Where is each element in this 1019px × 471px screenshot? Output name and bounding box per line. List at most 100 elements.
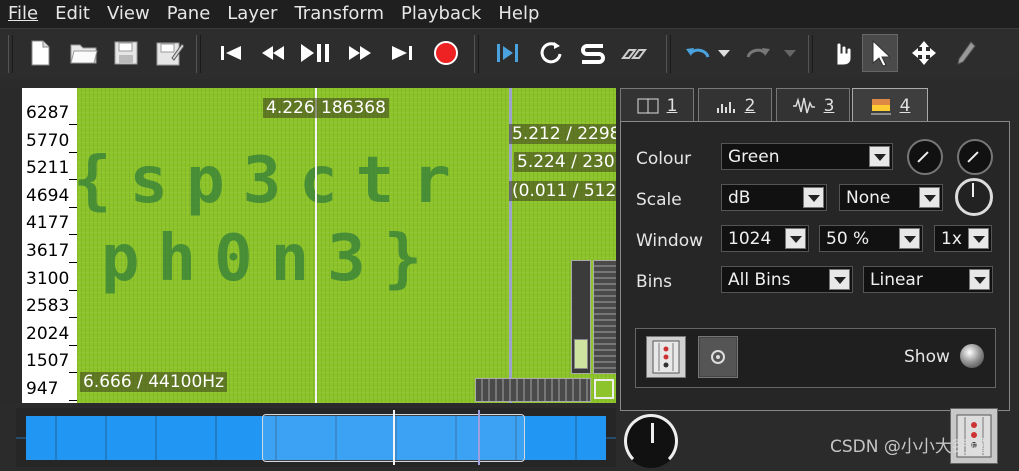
- menu-transform[interactable]: Transform: [286, 0, 393, 28]
- knob-indicator: [972, 183, 974, 197]
- toolbar-separator: [666, 35, 671, 73]
- zoom-reset-button[interactable]: [594, 379, 614, 399]
- show-label: Show: [904, 347, 950, 367]
- chevron-down-icon: [784, 50, 796, 57]
- rewind-icon: [262, 46, 284, 60]
- follow-icon: [621, 49, 647, 59]
- normalization-value: None: [846, 188, 891, 208]
- loop-button[interactable]: [532, 34, 568, 72]
- menu-edit[interactable]: Edit: [47, 0, 99, 28]
- window-overlap-select[interactable]: 50 %: [819, 225, 923, 252]
- forward-end-button[interactable]: [384, 34, 420, 72]
- horizontal-zoom-wheel[interactable]: [475, 378, 591, 402]
- fast-forward-button[interactable]: [342, 34, 378, 72]
- spectrogram-icon: [870, 98, 891, 114]
- y-tick-label: 5211: [22, 154, 77, 181]
- save-as-button[interactable]: [152, 34, 188, 72]
- folder-icon: [70, 44, 98, 64]
- frequency-axis: 6287 5770 5211 4694 4177 3617 3100 2583 2024 1507…: [22, 88, 77, 403]
- colour-select[interactable]: Green: [721, 143, 893, 170]
- threshold-knob[interactable]: [957, 139, 993, 175]
- tab-3[interactable]: 3: [776, 88, 850, 122]
- colour-rotation-knob[interactable]: [907, 139, 943, 175]
- toolbar-separator: [808, 35, 813, 73]
- playback-gain-knob[interactable]: [624, 414, 678, 468]
- y-tick-label: 4694: [22, 182, 77, 208]
- menu-file[interactable]: File: [0, 0, 47, 28]
- selection-info-label: 5.212 / 2298: [509, 124, 616, 144]
- normalization-select[interactable]: None: [839, 184, 943, 211]
- scale-value: dB: [728, 188, 751, 208]
- solo-button[interactable]: [575, 34, 611, 72]
- y-tick-mark: [69, 262, 77, 263]
- overview-cursor-line: [393, 410, 395, 465]
- chevron-down-icon: [829, 269, 850, 290]
- arrow-pointer-icon: [872, 39, 890, 67]
- y-tick-text: 2024: [26, 323, 70, 344]
- pencil-icon: [957, 41, 976, 65]
- record-button[interactable]: [428, 34, 464, 72]
- slider-thumb[interactable]: [574, 339, 588, 369]
- save-file-button[interactable]: [108, 34, 144, 72]
- loop-icon: [540, 42, 562, 64]
- cursor-frame-label: 186368: [318, 98, 389, 118]
- play-parameters-button[interactable]: [646, 336, 686, 378]
- menu-playback[interactable]: Playback: [393, 0, 490, 28]
- cursor-line: [315, 88, 317, 403]
- redo-button[interactable]: [740, 34, 776, 72]
- scale-select[interactable]: dB: [721, 184, 827, 211]
- tab-4[interactable]: 4: [852, 88, 928, 122]
- y-tick-mark: [69, 179, 77, 181]
- frequency-scale-select[interactable]: Linear: [863, 266, 993, 293]
- y-tick-mark: [69, 206, 77, 208]
- navigate-tool-button[interactable]: [822, 34, 858, 72]
- tab-1[interactable]: 1: [620, 88, 694, 122]
- select-tool-button[interactable]: [862, 34, 898, 72]
- menu-pane[interactable]: Pane: [159, 0, 220, 28]
- vertical-zoom-wheel[interactable]: [593, 260, 616, 374]
- follow-playback-button[interactable]: [617, 34, 653, 72]
- open-file-button[interactable]: [66, 34, 102, 72]
- y-tick-text: 4694: [26, 185, 70, 206]
- rewind-start-button[interactable]: [213, 34, 249, 72]
- play-pause-button[interactable]: [298, 34, 334, 72]
- window-size-select[interactable]: 1024: [721, 225, 809, 252]
- y-tick-mark: [69, 151, 77, 153]
- menu-layer[interactable]: Layer: [219, 0, 286, 28]
- toolbar-separator: [474, 35, 479, 73]
- rewind-button[interactable]: [255, 34, 291, 72]
- y-tick-label: 3617: [22, 237, 77, 263]
- gain-knob[interactable]: [955, 178, 993, 216]
- y-tick-label: 6287: [22, 99, 77, 125]
- bins-select[interactable]: All Bins: [721, 266, 853, 293]
- toolbar-separator: [196, 35, 201, 73]
- show-toggle[interactable]: [960, 344, 984, 368]
- y-tick-label: 1507: [22, 347, 77, 374]
- y-tick-text: 6287: [26, 103, 70, 123]
- undo-button[interactable]: [680, 34, 716, 72]
- draw-tool-button[interactable]: [948, 34, 984, 72]
- new-file-button[interactable]: [22, 34, 58, 72]
- y-tick-label: 2583: [22, 292, 77, 319]
- menu-view[interactable]: View: [99, 0, 159, 28]
- spectrogram-view[interactable]: {sp3ctr ph0n3} 4.226 186368 5.212 / 2298…: [77, 88, 616, 403]
- y-tick-mark: [69, 317, 77, 319]
- colour-value: Green: [728, 147, 780, 167]
- redo-history-dropdown[interactable]: [778, 34, 802, 72]
- vertical-zoom-slider[interactable]: [571, 260, 591, 374]
- chevron-down-icon: [968, 228, 989, 249]
- y-tick-text: 3617: [26, 241, 70, 261]
- y-tick-mark: [69, 124, 77, 125]
- toggle-visibility-button[interactable]: [698, 336, 738, 378]
- menu-bar: File Edit View Pane Layer Transform Play…: [0, 0, 1019, 28]
- play-selection-button[interactable]: [490, 34, 526, 72]
- oversampling-select[interactable]: 1x: [934, 225, 992, 252]
- frequency-scale-value: Linear: [870, 270, 923, 290]
- menu-help[interactable]: Help: [490, 0, 548, 28]
- move-tool-button[interactable]: [906, 34, 942, 72]
- knob-indicator: [917, 151, 929, 163]
- tab-2[interactable]: 2: [698, 88, 772, 122]
- knob-indicator: [651, 423, 654, 443]
- undo-history-dropdown[interactable]: [712, 34, 736, 72]
- scale-label: Scale: [636, 190, 682, 210]
